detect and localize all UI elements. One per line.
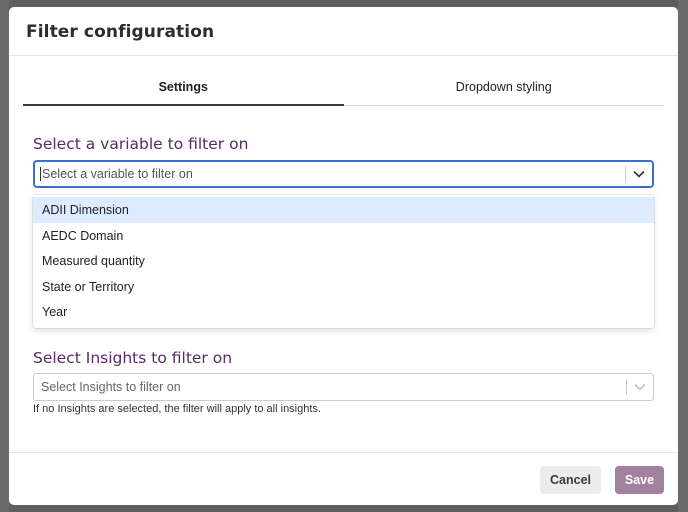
- variable-section-label: Select a variable to filter on: [33, 135, 249, 153]
- modal-title: Filter configuration: [26, 22, 215, 42]
- variable-select-placeholder-text: Select a variable to filter on: [42, 166, 193, 181]
- chevron-down-icon[interactable]: [626, 162, 652, 186]
- background-app-left: [0, 0, 9, 512]
- filter-configuration-modal: Filter configuration Settings Dropdown s…: [9, 7, 678, 505]
- insights-select[interactable]: Select Insights to filter on: [33, 373, 654, 401]
- insights-section-label: Select Insights to filter on: [33, 349, 233, 367]
- option-adii-dimension[interactable]: ADII Dimension: [33, 197, 654, 223]
- option-year[interactable]: Year: [33, 299, 654, 325]
- tab-settings[interactable]: Settings: [23, 75, 344, 106]
- save-button[interactable]: Save: [615, 466, 664, 494]
- modal-header: Filter configuration: [9, 7, 678, 56]
- insights-helper-text: If no Insights are selected, the filter …: [33, 403, 321, 415]
- insights-select-placeholder: Select Insights to filter on: [41, 380, 181, 394]
- tab-dropdown-styling[interactable]: Dropdown styling: [344, 75, 665, 105]
- cancel-button[interactable]: Cancel: [540, 466, 601, 494]
- modal-footer: Cancel Save: [9, 452, 678, 505]
- text-cursor: [40, 167, 41, 182]
- option-measured-quantity[interactable]: Measured quantity: [33, 248, 654, 274]
- tab-bar: Settings Dropdown styling: [23, 75, 664, 106]
- option-aedc-domain[interactable]: AEDC Domain: [33, 223, 654, 249]
- variable-select[interactable]: Select a variable to filter on: [33, 160, 654, 188]
- variable-select-placeholder: Select a variable to filter on: [35, 167, 625, 182]
- option-state-or-territory[interactable]: State or Territory: [33, 274, 654, 300]
- variable-options-menu: ADII Dimension AEDC Domain Measured quan…: [33, 195, 654, 328]
- chevron-down-icon[interactable]: [627, 374, 653, 400]
- background-app-right: [678, 0, 688, 512]
